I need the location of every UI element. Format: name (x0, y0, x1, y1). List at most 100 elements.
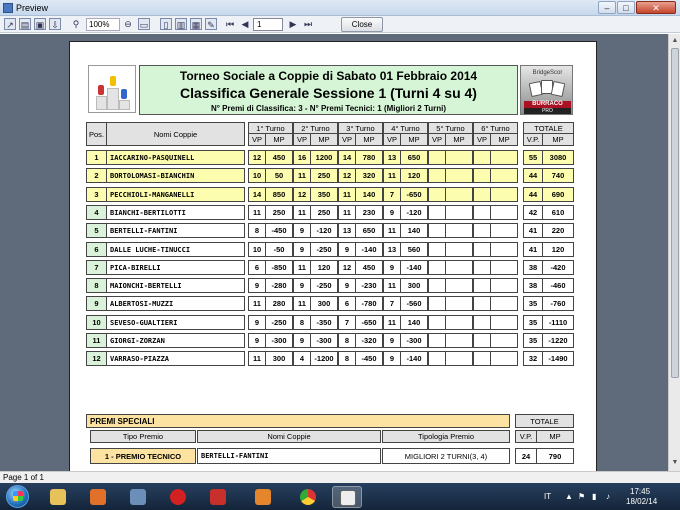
clock-date[interactable]: 18/02/14 (626, 497, 657, 507)
row-turn-vp: 11 (293, 168, 311, 184)
row-turn-vp: 7 (383, 296, 401, 312)
print-icon[interactable]: ▤ (19, 18, 31, 30)
row-total-mp: -420 (542, 259, 574, 275)
row-turn-mp: 300 (400, 278, 428, 294)
scroll-down-icon[interactable]: ▼ (670, 458, 680, 468)
row-turn-mp (490, 241, 518, 257)
first-page-icon[interactable]: ⏮ (224, 18, 236, 30)
row-turn-vp: 9 (383, 259, 401, 275)
scroll-thumb[interactable] (671, 48, 679, 378)
row-turn-mp: -450 (265, 223, 293, 239)
row-turn-mp: -280 (265, 278, 293, 294)
taskbar: IT ▲ ⚑ ▮ ♪ 17:45 18/02/14 (0, 483, 680, 510)
mp-subheader: MP (310, 133, 338, 146)
row-turn-mp: -350 (310, 314, 338, 330)
close-window-button[interactable]: ✕ (636, 1, 676, 14)
explorer-taskbar-icon[interactable] (43, 486, 73, 508)
row-turn-vp: 11 (383, 314, 401, 330)
row-position: 3 (86, 186, 107, 202)
messenger-taskbar-icon[interactable] (248, 486, 278, 508)
row-turn-mp (445, 223, 473, 239)
maximize-button[interactable]: □ (617, 1, 635, 14)
zoom-select[interactable]: 100% (86, 18, 120, 31)
row-turn-mp: -250 (310, 241, 338, 257)
row-turn-mp: 650 (400, 150, 428, 165)
volume-icon[interactable]: ♪ (606, 483, 610, 510)
single-page-icon[interactable]: ▯ (160, 18, 172, 30)
row-turn-mp: 140 (355, 186, 383, 202)
row-turn-mp: 120 (310, 259, 338, 275)
row-turn-mp (445, 351, 473, 367)
four-pages-icon[interactable]: ▦ (190, 18, 202, 30)
row-turn-vp: 14 (338, 150, 356, 165)
row-total-vp: 32 (523, 351, 543, 367)
save-icon[interactable]: ▣ (34, 18, 46, 30)
mp-subheader: MP (265, 133, 293, 146)
row-position: 8 (86, 278, 107, 294)
row-total-vp: 38 (523, 278, 543, 294)
edit-icon[interactable]: ✎ (205, 18, 217, 30)
page-number-input[interactable] (253, 18, 283, 31)
zoom-out-icon[interactable]: ⊖ (122, 18, 134, 30)
two-pages-icon[interactable]: ▥ (175, 18, 187, 30)
row-turn-mp: -140 (400, 351, 428, 367)
language-indicator[interactable]: IT (544, 483, 551, 510)
page-width-icon[interactable]: ▭ (138, 18, 150, 30)
scroll-up-icon[interactable]: ▲ (670, 36, 680, 46)
app-icon (3, 3, 13, 13)
row-turn-vp: 11 (383, 223, 401, 239)
premi-vp: 24 (515, 448, 537, 464)
row-turn-vp: 11 (383, 168, 401, 184)
export-icon[interactable]: ⇩ (49, 18, 61, 30)
row-turn-mp: 780 (355, 150, 383, 165)
zoom-icon[interactable]: ⚲ (70, 18, 82, 30)
previous-page-icon[interactable]: ◀ (239, 18, 251, 30)
row-turn-mp (445, 168, 473, 184)
row-turn-mp: 300 (310, 296, 338, 312)
total-vp-subheader: V.P. (523, 133, 543, 146)
chrome-taskbar-icon[interactable] (293, 486, 323, 508)
row-turn-vp: 11 (383, 278, 401, 294)
burraco-taskbar-icon[interactable] (332, 486, 362, 508)
minimize-button[interactable]: – (598, 1, 616, 14)
total-mp-subheader: MP (542, 133, 574, 146)
mail-taskbar-icon[interactable] (203, 486, 233, 508)
vertical-scrollbar[interactable]: ▲ ▼ (668, 34, 680, 471)
opera-taskbar-icon[interactable] (163, 486, 193, 508)
row-turn-mp: 140 (400, 314, 428, 330)
tray-arrow-icon[interactable]: ▲ (565, 483, 573, 510)
report-title: Torneo Sociale a Coppie di Sabato 01 Feb… (179, 69, 478, 83)
premi-tipo-header: Tipo Premio (90, 430, 196, 443)
logo-brand-text: BURRACO (524, 101, 571, 108)
next-page-icon[interactable]: ▶ (287, 18, 299, 30)
premi-tipo: 1 - PREMIO TECNICO (90, 448, 196, 464)
flag-icon[interactable]: ⚑ (578, 483, 585, 510)
row-turn-vp: 6 (248, 259, 266, 275)
row-turn-mp (445, 296, 473, 312)
row-total-vp: 35 (523, 333, 543, 348)
row-turn-vp: 11 (338, 186, 356, 202)
row-turn-mp: 230 (355, 204, 383, 220)
clock-time[interactable]: 17:45 (630, 487, 650, 497)
row-turn-vp (428, 259, 446, 275)
row-turn-mp: -120 (400, 204, 428, 220)
row-total-mp: 220 (542, 223, 574, 239)
last-page-icon[interactable]: ⏭ (302, 18, 314, 30)
report-info: N° Premi di Classifica: 3 - N° Premi Tec… (210, 104, 447, 113)
row-turn-vp: 8 (338, 333, 356, 348)
row-turn-vp (473, 278, 491, 294)
premi-mp-header: MP (536, 430, 574, 443)
network-icon[interactable]: ▮ (592, 483, 596, 510)
row-turn-mp: -250 (265, 314, 293, 330)
start-button[interactable] (6, 485, 29, 508)
media-taskbar-icon[interactable] (83, 486, 113, 508)
network-taskbar-icon[interactable] (123, 486, 153, 508)
preview-area: Torneo Sociale a Coppie di Sabato 01 Feb… (0, 34, 668, 471)
open-icon[interactable]: ↗ (4, 18, 16, 30)
vp-subheader: VP (473, 133, 491, 146)
premi-nomi-header: Nomi Coppie (197, 430, 381, 443)
close-preview-button[interactable]: Close (341, 17, 383, 32)
row-turn-vp: 8 (293, 314, 311, 330)
row-total-vp: 41 (523, 241, 543, 257)
vp-subheader: VP (338, 133, 356, 146)
